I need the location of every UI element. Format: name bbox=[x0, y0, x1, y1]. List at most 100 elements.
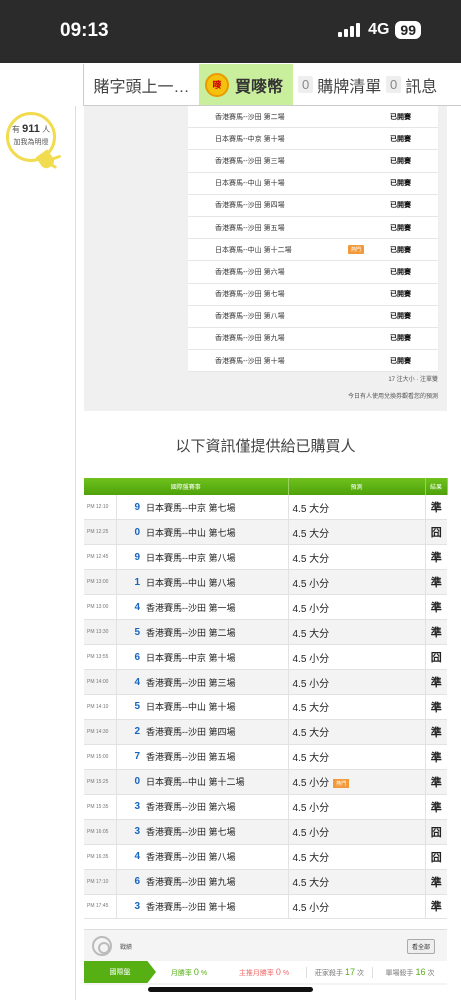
table-row[interactable]: PM 14:00 4 香港賽馬--沙田 第三場 4.5 小分 準 bbox=[84, 669, 447, 695]
race-list-item[interactable]: 香港賽馬--沙田 第三場 已開賽 bbox=[188, 150, 438, 173]
race-number: 2 bbox=[116, 719, 146, 745]
header-prediction: 預測 bbox=[288, 478, 426, 495]
race-number: 3 bbox=[116, 794, 146, 820]
prediction-value: 4.5 大分 bbox=[292, 503, 330, 515]
hot-badge: 熱門 bbox=[348, 245, 365, 255]
race-number: 3 bbox=[116, 819, 146, 845]
coin-icon: 嘜 bbox=[205, 72, 229, 97]
tab-international[interactable]: 國際盤 bbox=[84, 961, 156, 983]
home-indicator[interactable] bbox=[148, 987, 313, 992]
race-time: PM 14:00 bbox=[84, 669, 117, 695]
race-list-item[interactable]: 香港賽馬--沙田 第九場 已開賽 bbox=[188, 327, 438, 351]
prediction: 4.5 小分 bbox=[288, 794, 426, 820]
prediction: 4.5 小分 bbox=[288, 594, 426, 621]
table-row[interactable]: PM 17:45 3 香港賽馬--沙田 第十場 4.5 小分 準 bbox=[84, 894, 447, 920]
race-time: PM 13:30 bbox=[84, 619, 117, 646]
race-name: 香港賽馬--沙田 第六場 bbox=[215, 268, 285, 276]
result-mark: 準 bbox=[425, 769, 447, 795]
race-list-item[interactable]: 日本賽馬--中山 第十二場 熱門 已開賽 bbox=[188, 239, 438, 262]
prediction-value: 4.5 大分 bbox=[292, 753, 330, 765]
table-row[interactable]: PM 14:10 5 日本賽馬--中山 第十場 4.5 大分 準 bbox=[84, 694, 447, 720]
race-time: PM 14:10 bbox=[84, 694, 117, 720]
race-number: 6 bbox=[116, 869, 146, 895]
table-row[interactable]: PM 13:55 6 日本賽馬--中京 第十場 4.5 小分 囧 bbox=[84, 644, 447, 671]
prediction: 4.5 大分 bbox=[288, 694, 426, 720]
race-name: 香港賽馬--沙田 第五場 bbox=[146, 744, 289, 770]
follower-count: 911 bbox=[22, 123, 40, 135]
tab-buy-coins[interactable]: 嘜買嘜幣 bbox=[199, 64, 293, 105]
prediction-table: 國際盤賽事 預測 結果 PM 12:10 9 日本賽馬--中京 第七場 4.5 大分準… bbox=[84, 478, 448, 920]
prediction-value: 4.5 大分 bbox=[292, 628, 330, 640]
result-mark: 準 bbox=[425, 894, 447, 920]
race-status: 已開賽 bbox=[390, 313, 411, 321]
tab-messages-label: 訊息 bbox=[405, 78, 438, 96]
table-row[interactable]: PM 13:00 1 日本賽馬--中山 第八場 4.5 小分 準 bbox=[84, 569, 447, 596]
race-list-item[interactable]: 日本賽馬--中京 第十場 已開賽 bbox=[188, 128, 438, 151]
prediction-value: 4.5 大分 bbox=[292, 703, 330, 715]
month-win-rate: 月勝率 0 % bbox=[170, 966, 208, 977]
race-name: 日本賽馬--中山 第十場 bbox=[146, 694, 289, 720]
race-status: 已開賽 bbox=[390, 246, 411, 254]
prediction-value: 4.5 大分 bbox=[292, 553, 330, 565]
table-row[interactable]: PM 12:10 9 日本賽馬--中京 第七場 4.5 大分 準 bbox=[84, 495, 447, 521]
sidebar-divider bbox=[75, 106, 76, 1000]
race-time: PM 12:10 bbox=[84, 495, 117, 521]
race-name: 香港賽馬--沙田 第四場 bbox=[215, 202, 285, 210]
table-row[interactable]: PM 17:10 6 香港賽馬--沙田 第九場 4.5 大分 準 bbox=[84, 869, 447, 895]
tab-purchase-list[interactable]: 0 購牌清單 bbox=[293, 64, 381, 105]
prediction: 4.5 小分 bbox=[288, 894, 426, 920]
table-row[interactable]: PM 15:35 3 香港賽馬--沙田 第六場 4.5 小分 準 bbox=[84, 794, 447, 820]
race-list-item[interactable]: 香港賽馬--沙田 第二場 已開賽 bbox=[188, 106, 438, 129]
race-name: 香港賽馬--沙田 第二場 bbox=[215, 113, 285, 121]
race-list-item[interactable]: 香港賽馬--沙田 第七場 已開賽 bbox=[188, 283, 438, 306]
table-row[interactable]: PM 16:35 4 香港賽馬--沙田 第八場 4.5 大分 囧 bbox=[84, 844, 447, 870]
result-mark: 準 bbox=[425, 594, 447, 621]
race-list-item[interactable]: 香港賽馬--沙田 第八場 已開賽 bbox=[188, 305, 438, 328]
race-name: 日本賽馬--中山 第八場 bbox=[146, 569, 289, 596]
race-name: 日本賽馬--中山 第十場 bbox=[215, 180, 285, 188]
race-time: PM 16:05 bbox=[84, 819, 117, 845]
race-list-item[interactable]: 香港賽馬--沙田 第四場 已開賽 bbox=[188, 194, 438, 217]
race-list-item[interactable]: 香港賽馬--沙田 第十場 已開賽 bbox=[188, 350, 438, 373]
follow-lightbulb[interactable]: 有 911 人 加我為明燈 bbox=[6, 112, 62, 172]
table-row[interactable]: PM 16:05 3 香港賽馬--沙田 第七場 4.5 小分 囧 bbox=[84, 819, 447, 845]
race-name: 日本賽馬--中山 第十二場 bbox=[146, 769, 289, 795]
prediction-value: 4.5 小分 bbox=[292, 902, 330, 914]
buyer-notice: 以下資訊僅提供給已購買人 bbox=[175, 438, 356, 455]
race-list-item[interactable]: 香港賽馬--沙田 第六場 已開賽 bbox=[188, 261, 438, 284]
record-stats: 國際盤 月勝率 0 % 主推月勝率 0 % 莊家殺手 17 次 單場殺手 16 … bbox=[84, 961, 447, 983]
table-row[interactable]: PM 15:00 7 香港賽馬--沙田 第五場 4.5 大分 準 bbox=[84, 744, 447, 770]
table-row[interactable]: PM 13:30 5 香港賽馬--沙田 第二場 4.5 大分 準 bbox=[84, 619, 447, 646]
tab-messages[interactable]: 0 訊息 bbox=[381, 64, 461, 105]
race-name: 日本賽馬--中山 第七場 bbox=[146, 519, 289, 546]
race-list-item[interactable]: 日本賽馬--中山 第十場 已開賽 bbox=[188, 172, 438, 195]
main-win-rate: 主推月勝率 0 % bbox=[238, 966, 290, 977]
prediction: 4.5 小分 bbox=[288, 569, 426, 596]
view-all-button[interactable]: 看全部 bbox=[406, 939, 435, 954]
race-time: PM 13:00 bbox=[84, 569, 117, 596]
table-row[interactable]: PM 13:00 4 香港賽馬--沙田 第一場 4.5 小分 準 bbox=[84, 594, 447, 621]
race-number: 0 bbox=[116, 769, 146, 795]
table-row[interactable]: PM 12:45 9 日本賽馬--中京 第八場 4.5 大分 準 bbox=[84, 544, 447, 571]
header-race: 國際盤賽事 bbox=[84, 478, 289, 495]
prediction: 4.5 小分 bbox=[288, 644, 426, 671]
race-status: 已開賽 bbox=[390, 357, 411, 365]
race-number: 0 bbox=[116, 519, 146, 546]
race-time: PM 13:55 bbox=[84, 644, 117, 671]
banker-killer: 莊家殺手 17 次 bbox=[306, 966, 372, 978]
race-time: PM 15:00 bbox=[84, 744, 117, 770]
tab-title[interactable]: 賭字頭上一… bbox=[83, 64, 199, 105]
table-row[interactable]: PM 12:25 0 日本賽馬--中山 第七場 4.5 大分 囧 bbox=[84, 519, 447, 546]
prediction-value: 4.5 大分 bbox=[292, 878, 330, 890]
race-name: 香港賽馬--沙田 第一場 bbox=[146, 594, 289, 621]
table-row[interactable]: PM 14:30 2 香港賽馬--沙田 第四場 4.5 大分 準 bbox=[84, 719, 447, 745]
race-name: 香港賽馬--沙田 第五場 bbox=[215, 224, 285, 232]
today-note: 今日有人使用兌換券觀看您的預測 bbox=[347, 394, 438, 400]
race-name: 日本賽馬--中京 第八場 bbox=[146, 544, 289, 571]
race-status: 已開賽 bbox=[390, 335, 411, 343]
prediction-value: 4.5 小分 bbox=[292, 653, 330, 665]
table-row[interactable]: PM 15:25 0 日本賽馬--中山 第十二場 4.5 小分 熱門準 bbox=[84, 769, 447, 795]
race-name: 香港賽馬--沙田 第九場 bbox=[215, 335, 285, 343]
race-list-item[interactable]: 香港賽馬--沙田 第五場 已開賽 bbox=[188, 216, 438, 240]
battery-icon: 99 bbox=[395, 21, 421, 39]
